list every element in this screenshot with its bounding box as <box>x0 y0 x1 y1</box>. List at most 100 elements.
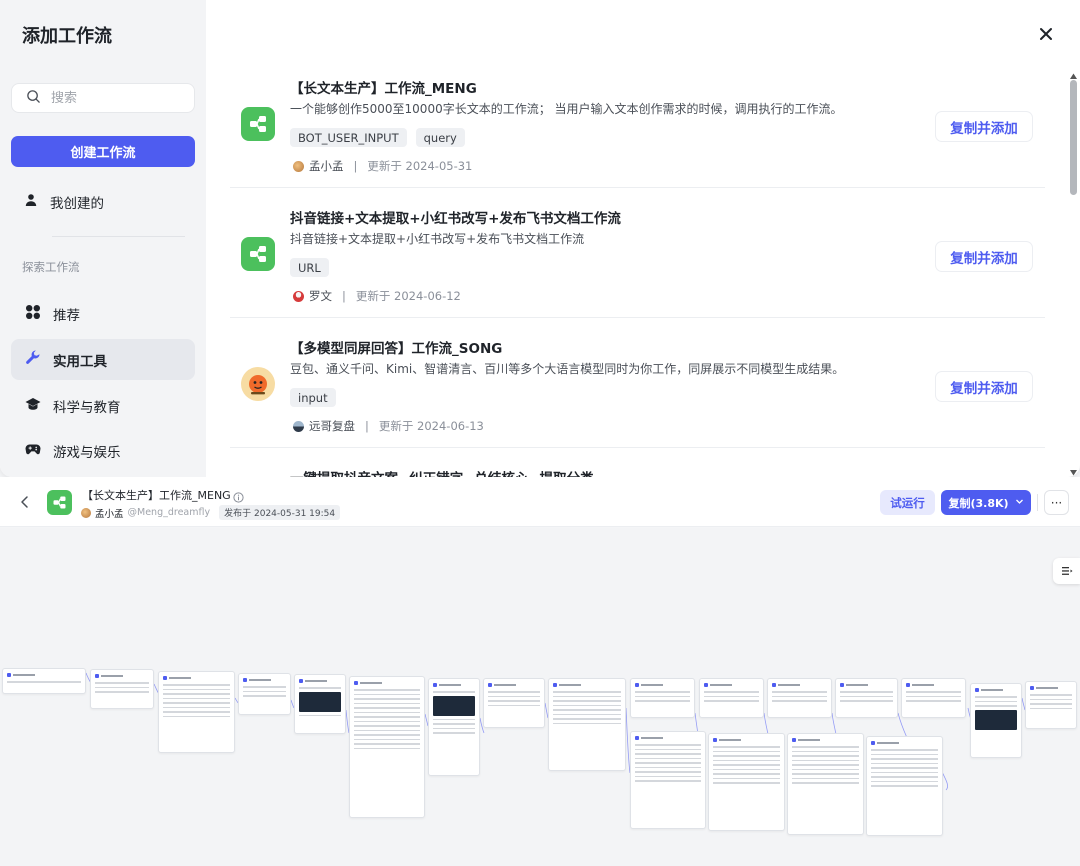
search-box[interactable] <box>11 83 195 113</box>
sidebar-item-science-education[interactable]: 科学与教育 <box>11 385 195 426</box>
workflow-tags: URL <box>290 258 329 277</box>
workflow-icon <box>241 107 275 141</box>
workflow-title: 抖音链接+文本提取+小红书改写+发布飞书文档工作流 <box>290 211 621 227</box>
author-name: 远哥复盘 <box>309 419 355 433</box>
author-handle: @Meng_dreamfly <box>127 507 211 518</box>
my-created-label: 我创建的 <box>50 196 104 212</box>
workflow-meta: 远哥复盘 | 更新于 2024-06-13 <box>293 418 484 434</box>
workflow-meta: 罗文 | 更新于 2024-06-12 <box>293 288 461 304</box>
workflow-node[interactable] <box>970 683 1022 758</box>
workflow-title: 【长文本生产】工作流_MENG <box>82 489 231 502</box>
meta-separator: | <box>365 419 369 433</box>
copy-and-add-button[interactable]: 复制并添加 <box>936 242 1032 271</box>
copy-and-add-button[interactable]: 复制并添加 <box>936 372 1032 401</box>
tag: query <box>415 128 465 147</box>
graduation-cap-icon <box>25 396 53 416</box>
modal-title: 添加工作流 <box>22 26 112 47</box>
duplicate-label: 复制(3.8K) <box>948 496 1009 510</box>
workflow-node[interactable] <box>835 678 898 718</box>
scrollbar-thumb[interactable] <box>1070 80 1077 195</box>
workflow-meta: 孟小孟 | 更新于 2024-05-31 <box>293 158 472 174</box>
workflow-node[interactable] <box>708 733 785 831</box>
sidebar-item-label: 游戏与娱乐 <box>53 444 121 461</box>
chevron-down-icon <box>1015 496 1024 509</box>
scroll-down-icon[interactable] <box>1069 462 1078 476</box>
workflow-title: 【长文本生产】工作流_MENG <box>290 81 477 97</box>
author-name: 孟小孟 <box>309 159 344 173</box>
meta-separator: | <box>353 159 358 173</box>
sidebar-item-games-entertainment[interactable]: 游戏与娱乐 <box>11 430 195 471</box>
workflow-node[interactable] <box>699 678 764 718</box>
tag: input <box>290 388 336 407</box>
workflow-title: 一键提取抖音文案--纠正错字--总结核心--提取分类 <box>290 467 594 477</box>
workflow-list-item[interactable]: 【长文本生产】工作流_MENG 一个能够创作5000至10000字长文本的工作流… <box>230 58 1045 188</box>
explore-section-label: 探索工作流 <box>22 260 80 274</box>
workflow-node[interactable] <box>630 731 706 829</box>
sidebar-divider <box>52 236 185 237</box>
info-icon[interactable] <box>233 488 244 503</box>
workflow-tags: input <box>290 388 336 407</box>
workflow-node[interactable] <box>767 678 832 718</box>
more-button[interactable]: ··· <box>1044 490 1069 515</box>
workflow-list-item[interactable]: 抖音链接+文本提取+小红书改写+发布飞书文档工作流 抖音链接+文本提取+小红书改… <box>230 188 1045 318</box>
copy-and-add-button[interactable]: 复制并添加 <box>936 112 1032 141</box>
avatar <box>293 290 304 302</box>
workflow-node[interactable] <box>548 678 626 771</box>
updated-date: 更新于 2024-06-13 <box>378 419 484 433</box>
add-workflow-modal: 添加工作流 创建工作流 我创建的 探索工作流 推荐 实用工具 <box>0 0 1080 477</box>
workflow-list-item[interactable]: 一键提取抖音文案--纠正错字--总结核心--提取分类 <box>230 448 1045 477</box>
workflow-node[interactable] <box>483 678 545 728</box>
sidebar-item-utilities[interactable]: 实用工具 <box>11 339 195 380</box>
workflow-node[interactable] <box>787 733 864 835</box>
workflow-node[interactable] <box>349 676 425 818</box>
workflow-node[interactable] <box>238 673 291 715</box>
header-divider <box>1037 494 1038 511</box>
search-icon <box>26 89 41 108</box>
workflow-node[interactable] <box>2 668 86 694</box>
workflow-canvas[interactable] <box>0 528 1080 866</box>
author-name: 孟小孟 <box>95 508 124 520</box>
workflow-node[interactable] <box>158 671 235 753</box>
duplicate-button[interactable]: 复制(3.8K) <box>941 490 1031 515</box>
updated-date: 更新于 2024-06-12 <box>355 289 461 303</box>
workflow-node[interactable] <box>428 678 480 776</box>
search-input[interactable] <box>49 89 179 107</box>
workflow-title: 【多模型同屏回答】工作流_SONG <box>290 341 503 357</box>
grid-icon <box>25 304 53 324</box>
workflow-tags: BOT_USER_INPUT query <box>290 128 465 147</box>
workflow-node[interactable] <box>294 674 346 734</box>
my-created-item[interactable]: 我创建的 <box>24 192 104 212</box>
workflow-description: 豆包、通义千问、Kimi、智谱清言、百川等多个大语言模型同时为你工作，同屏展示不… <box>290 362 845 376</box>
user-icon <box>24 193 50 211</box>
create-workflow-button[interactable]: 创建工作流 <box>11 136 195 167</box>
workflow-node[interactable] <box>630 678 695 718</box>
tag: BOT_USER_INPUT <box>290 128 407 147</box>
avatar <box>293 160 304 172</box>
test-run-button[interactable]: 试运行 <box>880 490 935 515</box>
back-arrow-icon[interactable] <box>18 494 32 508</box>
workflow-meta: 孟小孟 @Meng_dreamfly 发布于 2024-05-31 19:54 <box>81 505 341 520</box>
workflow-node[interactable] <box>90 669 154 709</box>
workflow-node[interactable] <box>866 736 943 836</box>
meta-separator: | <box>342 289 346 303</box>
workflow-description: 一个能够创作5000至10000字长文本的工作流； 当用户输入文本创作需求的时候… <box>290 102 843 116</box>
workflow-icon <box>241 237 275 271</box>
gamepad-icon <box>25 441 53 461</box>
modal-sidebar: 添加工作流 创建工作流 我创建的 探索工作流 推荐 实用工具 <box>0 0 206 477</box>
close-icon[interactable] <box>1037 25 1055 43</box>
sidebar-item-label: 科学与教育 <box>53 399 121 416</box>
workflow-list-item[interactable]: 【多模型同屏回答】工作流_SONG 豆包、通义千问、Kimi、智谱清言、百川等多… <box>230 318 1045 448</box>
workflow-avatar-icon <box>241 367 275 401</box>
scroll-up-icon[interactable] <box>1069 66 1078 79</box>
workflow-node[interactable] <box>901 678 966 718</box>
avatar <box>293 420 304 432</box>
workflow-icon <box>47 490 72 515</box>
sidebar-item-label: 推荐 <box>53 307 80 324</box>
sidebar-item-recommend[interactable]: 推荐 <box>11 293 195 334</box>
wrench-icon <box>25 349 53 370</box>
workflow-list: 【长文本生产】工作流_MENG 一个能够创作5000至10000字长文本的工作流… <box>230 58 1045 477</box>
workflow-description: 抖音链接+文本提取+小红书改写+发布飞书文档工作流 <box>290 232 585 246</box>
workflow-node[interactable] <box>1025 681 1077 729</box>
author-name: 罗文 <box>309 289 332 303</box>
tag: URL <box>290 258 329 277</box>
